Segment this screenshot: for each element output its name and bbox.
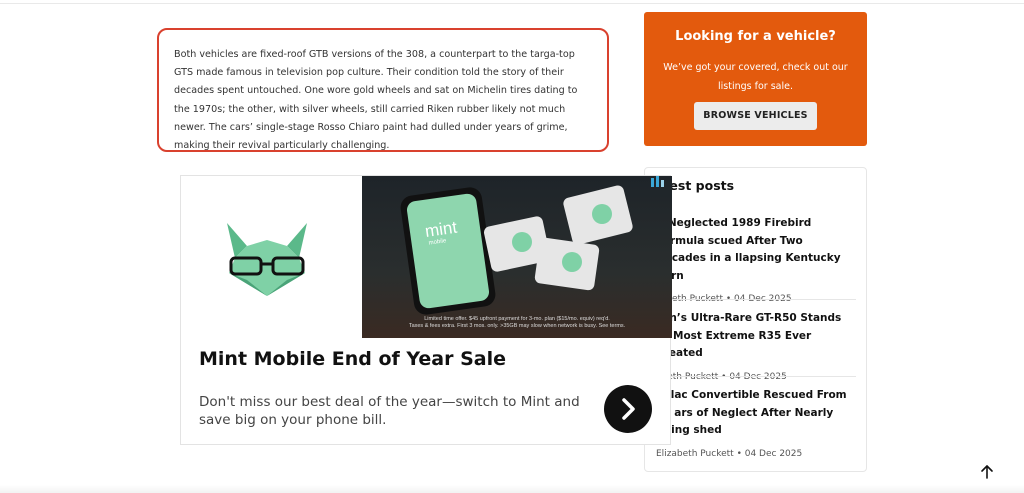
arrow-up-icon (981, 465, 993, 479)
mint-mobile-ad[interactable]: mint mobile Limited time offer. $45 upfr… (180, 175, 672, 445)
post-item[interactable]: dillac Convertible Rescued From 50 ars o… (656, 387, 856, 459)
post-title[interactable]: g-Neglected 1989 Firebird Formula scued … (656, 215, 856, 285)
post-divider (656, 376, 856, 377)
adchoices-icon (651, 176, 664, 187)
phone-and-cards-graphic: mint mobile (400, 185, 633, 315)
article-paragraph: Both vehicles are fixed-roof GTB version… (174, 49, 578, 152)
cta-title: Looking for a vehicle? (675, 29, 836, 44)
post-title[interactable]: dillac Convertible Rescued From 50 ars o… (656, 387, 856, 440)
ad-image[interactable]: mint mobile Limited time offer. $45 upfr… (362, 176, 672, 338)
ad-body: Don't miss our best deal of the year—swi… (199, 394, 580, 428)
post-item[interactable]: g-Neglected 1989 Firebird Formula scued … (656, 215, 856, 304)
browse-vehicles-button[interactable]: BROWSE VEHICLES (694, 102, 817, 130)
post-date: 04 Dec 2025 (744, 448, 803, 459)
scroll-to-top-button[interactable] (973, 458, 1001, 486)
cta-description: We’ve got your covered, check out our li… (663, 62, 848, 92)
post-divider (656, 299, 856, 300)
article-highlight-box: Both vehicles are fixed-roof GTB version… (157, 28, 609, 152)
vehicle-cta-card: Looking for a vehicle? We’ve got your co… (644, 12, 867, 146)
post-title[interactable]: san’s Ultra-Rare GT-R50 Stands as Most E… (656, 310, 856, 363)
ad-fine-print: Limited time offer. $45 upfront payment … (408, 316, 626, 329)
fox-logo-icon (227, 223, 307, 296)
adchoices-button[interactable] (650, 175, 670, 187)
meta-dot: • (736, 448, 745, 459)
top-divider (0, 3, 1024, 4)
post-author[interactable]: Elizabeth Puckett (656, 449, 734, 459)
ad-go-button[interactable] (604, 385, 652, 433)
latest-posts-card: atest posts g-Neglected 1989 Firebird Fo… (644, 167, 867, 472)
footer-edge (0, 485, 1024, 493)
post-meta: Elizabeth Puckett • 04 Dec 2025 (656, 449, 856, 459)
ad-headline[interactable]: Mint Mobile End of Year Sale (199, 348, 506, 370)
chevron-right-icon (622, 398, 635, 420)
post-item[interactable]: san’s Ultra-Rare GT-R50 Stands as Most E… (656, 310, 856, 382)
